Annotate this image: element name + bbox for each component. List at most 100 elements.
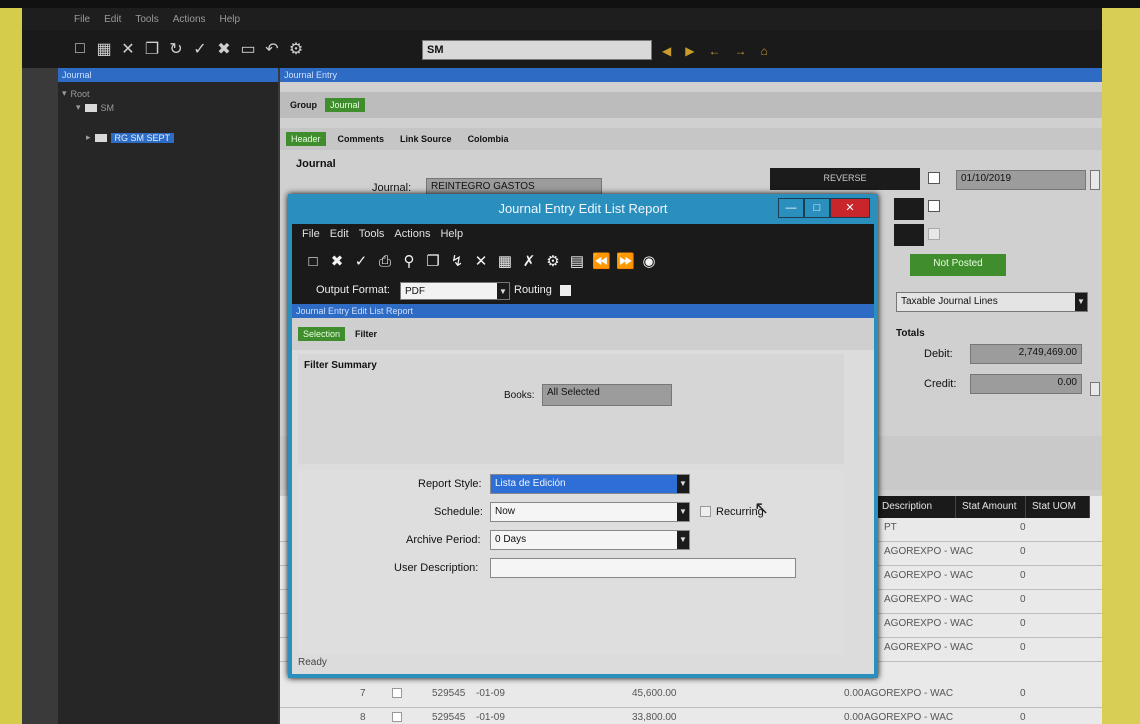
tab-filter[interactable]: Filter — [351, 327, 381, 341]
row-description: AGOREXPO - WAC — [884, 546, 974, 557]
table-row[interactable]: 7 529545 -01-09 45,600.00 0.00 AGOREXPO … — [280, 684, 1102, 708]
main-menu-tools[interactable]: Tools — [135, 14, 158, 25]
option-button-2[interactable] — [894, 198, 924, 220]
scroll-up-arrow[interactable] — [1090, 170, 1100, 190]
home-icon[interactable]: ◉ — [640, 252, 658, 270]
chevron-down-icon[interactable]: ▼ — [1075, 293, 1087, 311]
cut-icon[interactable]: ✕ — [472, 252, 490, 270]
check-icon[interactable]: ✓ — [352, 252, 370, 270]
report-style-select[interactable]: Lista de Edición ▼ — [490, 474, 690, 494]
tab-selection[interactable]: Selection — [298, 327, 346, 341]
schedule-label: Schedule: — [434, 506, 483, 518]
close-doc-icon[interactable]: ✗ — [520, 252, 538, 270]
row-checkbox[interactable] — [392, 688, 402, 698]
delete-icon[interactable]: ✕ — [120, 39, 136, 59]
routing-checkbox[interactable] — [560, 285, 571, 296]
tab-link-source[interactable]: Link Source — [396, 132, 456, 146]
tab-journal[interactable]: Journal — [325, 98, 365, 112]
option-checkbox-3[interactable] — [928, 228, 940, 240]
new-icon[interactable]: □ — [304, 253, 322, 270]
option-button-3[interactable] — [894, 224, 924, 246]
tree-item-rg-sm-sept[interactable]: ▸ RG SM SEPT — [86, 132, 175, 143]
attach-icon[interactable]: ↯ — [448, 252, 466, 270]
books-label: Books: — [504, 390, 535, 401]
settings-icon[interactable]: ⚙ — [544, 252, 562, 270]
column-header-description[interactable]: Description — [876, 496, 956, 518]
row-stat-amount: 0 — [1020, 546, 1026, 557]
export-icon[interactable]: ❐ — [424, 252, 442, 270]
row-stat-amount: 0 — [1020, 618, 1026, 629]
prev-record-icon[interactable]: ◀ — [662, 44, 671, 58]
output-format-select[interactable]: PDF ▼ — [400, 282, 510, 300]
reverse-button[interactable]: REVERSE — [770, 168, 920, 190]
undo-icon[interactable]: ↶ — [264, 39, 280, 59]
clipboard-icon[interactable]: ▤ — [568, 252, 586, 270]
tab-colombia[interactable]: Colombia — [464, 132, 513, 146]
print-icon[interactable]: ⎙ — [376, 253, 394, 270]
dialog-menu-help[interactable]: Help — [440, 228, 463, 240]
expand-icon[interactable]: ▾ — [76, 102, 81, 113]
chevron-down-icon[interactable]: ▼ — [677, 503, 689, 521]
next-icon[interactable]: ⏩ — [616, 252, 635, 270]
dialog-menu-file[interactable]: File — [302, 228, 320, 240]
recurring-checkbox[interactable] — [700, 506, 711, 517]
reverse-date-field[interactable]: 01/10/2019 — [956, 170, 1086, 190]
dialog-menu-actions[interactable]: Actions — [394, 228, 430, 240]
save-icon[interactable]: ▦ — [96, 39, 112, 59]
user-description-field[interactable] — [490, 558, 796, 578]
previous-icon[interactable]: ⏪ — [592, 252, 611, 270]
main-menu-actions[interactable]: Actions — [173, 14, 206, 25]
chevron-down-icon[interactable]: ▼ — [677, 475, 689, 493]
paste-icon[interactable]: ▭ — [240, 39, 256, 59]
main-menu-edit[interactable]: Edit — [104, 14, 121, 25]
dialog-tabs: Selection Filter — [292, 318, 874, 350]
delete-icon[interactable]: ✖ — [328, 252, 346, 270]
header-tabs: Header Comments Link Source Colombia — [280, 128, 1102, 150]
debit-label: Debit: — [924, 348, 953, 360]
tab-comments[interactable]: Comments — [334, 132, 389, 146]
dialog-menu-edit[interactable]: Edit — [330, 228, 349, 240]
main-menu-file[interactable]: File — [74, 14, 90, 25]
scroll-down-arrow[interactable] — [1090, 382, 1100, 396]
schedule-select[interactable]: Now ▼ — [490, 502, 690, 522]
column-header-stat-amount[interactable]: Stat Amount — [956, 496, 1026, 518]
dialog-menubar: File Edit Tools Actions Help — [292, 224, 874, 244]
next-record-icon[interactable]: ▶ — [685, 44, 694, 58]
row-checkbox[interactable] — [392, 712, 402, 722]
column-header-stat-uom[interactable]: Stat UOM — [1026, 496, 1090, 518]
maximize-button[interactable]: □ — [804, 198, 830, 218]
forward-arrow-icon[interactable]: → — [734, 44, 746, 58]
check-icon[interactable]: ✓ — [192, 39, 208, 59]
tab-header[interactable]: Header — [286, 132, 326, 146]
row-credit: 0.00 — [844, 688, 864, 699]
back-arrow-icon[interactable]: ← — [708, 44, 720, 58]
tree-item-sm[interactable]: ▾ SM — [76, 102, 114, 113]
new-icon[interactable]: □ — [72, 40, 88, 58]
chevron-down-icon[interactable]: ▼ — [677, 531, 689, 549]
dialog-menu-tools[interactable]: Tools — [359, 228, 385, 240]
close-button[interactable]: ✕ — [830, 198, 870, 218]
preview-icon[interactable]: ⚲ — [400, 252, 418, 270]
minimize-button[interactable]: — — [778, 198, 804, 218]
copy-icon[interactable]: ❐ — [144, 39, 160, 59]
home-icon[interactable]: ⌂ — [760, 44, 767, 58]
collapse-icon[interactable]: ▸ — [86, 132, 91, 143]
cut-icon[interactable]: ✖ — [216, 39, 232, 59]
search-input[interactable]: SM — [422, 40, 652, 60]
table-row[interactable]: 8 529545 -01-09 33,800.00 0.00 AGOREXPO … — [280, 708, 1102, 724]
tree-item-root[interactable]: ▾ Root — [62, 88, 90, 99]
table-icon[interactable]: ▦ — [496, 252, 514, 270]
expand-icon[interactable]: ▾ — [62, 88, 67, 99]
chevron-down-icon[interactable]: ▼ — [497, 283, 509, 299]
photo-bezel-left — [0, 0, 22, 724]
record-navigation: ◀ ▶ ← → ⌂ — [662, 44, 768, 58]
side-panel-header: Journal — [58, 68, 278, 82]
refresh-icon[interactable]: ↻ — [168, 39, 184, 59]
main-menu-help[interactable]: Help — [220, 14, 241, 25]
row-credit: 0.00 — [844, 712, 864, 723]
option-checkbox-2[interactable] — [928, 200, 940, 212]
find-icon[interactable]: ⚙ — [288, 39, 304, 59]
lines-dropdown[interactable]: Taxable Journal Lines ▼ — [896, 292, 1088, 312]
reverse-checkbox[interactable] — [928, 172, 940, 184]
archive-period-select[interactable]: 0 Days ▼ — [490, 530, 690, 550]
